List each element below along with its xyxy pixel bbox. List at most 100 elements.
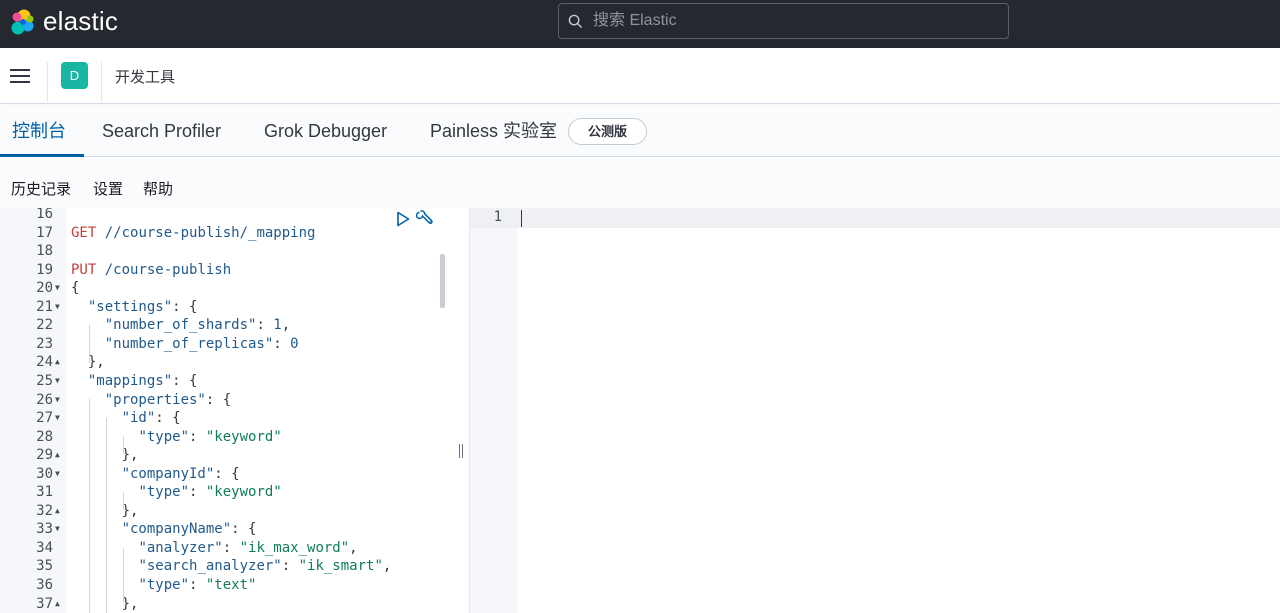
- play-icon[interactable]: [396, 211, 410, 227]
- code-text: },: [71, 447, 139, 464]
- indent-guide: [123, 436, 124, 454]
- code-line[interactable]: 35 "search_analyzer": "ik_smart",: [0, 557, 456, 576]
- line-number: 22: [36, 317, 53, 334]
- code-text: },: [71, 595, 139, 612]
- divider: [101, 62, 102, 102]
- line-number: 35: [36, 558, 53, 575]
- code-line[interactable]: 24 ▲ },: [0, 353, 456, 372]
- devtools-tabs: 控制台 Search Profiler Grok Debugger Painle…: [0, 105, 1280, 157]
- tab-console[interactable]: 控制台: [12, 105, 66, 157]
- indent-guide: [123, 492, 124, 510]
- code-text: "settings": {: [87, 298, 198, 315]
- hamburger-icon: [10, 69, 30, 71]
- fold-caret-up-icon[interactable]: ▲: [55, 502, 60, 521]
- line-number: 37: [36, 595, 53, 612]
- editor-scrollbar[interactable]: [440, 254, 445, 308]
- code-text: GET //course-publish/_mapping: [71, 224, 316, 241]
- code-line[interactable]: 22 "number_of_shards": 1,: [0, 316, 456, 335]
- code-text: "companyName": {: [121, 521, 257, 538]
- code-line[interactable]: 27 ▼ "id": {: [0, 409, 456, 428]
- fold-caret-down-icon[interactable]: ▼: [55, 465, 60, 484]
- code-line[interactable]: 30 ▼ "companyId": {: [0, 465, 456, 484]
- active-line-highlight: [470, 208, 1280, 228]
- code-line[interactable]: 25 ▼ "mappings": {: [0, 372, 456, 391]
- hamburger-icon: [10, 81, 30, 83]
- line-number: 24: [36, 354, 53, 371]
- fold-caret-down-icon[interactable]: ▼: [55, 520, 60, 539]
- line-number: 28: [36, 428, 53, 445]
- line-number: 19: [36, 261, 53, 278]
- tab-grok-debugger[interactable]: Grok Debugger: [264, 105, 387, 157]
- breadcrumb-title[interactable]: 开发工具: [115, 66, 175, 87]
- hamburger-icon: [10, 75, 30, 77]
- pane-resizer[interactable]: [456, 208, 469, 613]
- code-line[interactable]: 23 "number_of_replicas": 0: [0, 335, 456, 354]
- code-line[interactable]: 29 ▲ },: [0, 446, 456, 465]
- code-text: "companyId": {: [121, 465, 240, 482]
- tab-search-profiler[interactable]: Search Profiler: [102, 105, 221, 157]
- help-link[interactable]: 帮助: [143, 178, 173, 199]
- line-number: 30: [36, 465, 53, 482]
- code-line[interactable]: 34 "analyzer": "ik_max_word",: [0, 539, 456, 558]
- indent-guide: [123, 548, 124, 603]
- menu-toggle-button[interactable]: [10, 66, 32, 86]
- indent-guide: [89, 325, 90, 363]
- space-avatar[interactable]: D: [61, 62, 88, 89]
- fold-caret-up-icon[interactable]: ▲: [55, 353, 60, 372]
- fold-caret-down-icon[interactable]: ▼: [55, 409, 60, 428]
- history-link[interactable]: 历史记录: [11, 178, 71, 199]
- code-line[interactable]: 21 ▼ "settings": {: [0, 298, 456, 317]
- indent-guide: [106, 418, 107, 613]
- fold-caret-down-icon[interactable]: ▼: [55, 391, 60, 410]
- code-line[interactable]: 31 "type": "keyword": [0, 483, 456, 502]
- fold-caret-down-icon[interactable]: ▼: [55, 279, 60, 298]
- code-line[interactable]: 37 ▲ },: [0, 595, 456, 613]
- text-cursor: [521, 210, 522, 227]
- tab-painless-lab[interactable]: Painless 实验室: [430, 105, 557, 157]
- wrench-icon[interactable]: [416, 210, 434, 228]
- code-line[interactable]: 18: [0, 242, 456, 261]
- code-line[interactable]: 17 GET //course-publish/_mapping: [0, 224, 456, 243]
- code-line[interactable]: 32 ▲ },: [0, 502, 456, 521]
- code-line[interactable]: 20 ▼ {: [0, 279, 456, 298]
- fold-caret-down-icon[interactable]: ▼: [55, 298, 60, 317]
- code-text: "analyzer": "ik_max_word",: [138, 539, 358, 556]
- code-text: },: [71, 354, 105, 371]
- line-number: 18: [36, 243, 53, 260]
- output-gutter: [470, 208, 518, 613]
- search-input[interactable]: [593, 4, 993, 38]
- code-text: {: [71, 280, 80, 297]
- response-pane[interactable]: 1: [469, 208, 1280, 613]
- beta-badge: 公测版: [568, 118, 647, 145]
- code-line[interactable]: 26 ▼ "properties": {: [0, 391, 456, 410]
- line-number: 36: [36, 577, 53, 593]
- code-text: "type": "keyword": [138, 484, 282, 501]
- output-line-number: 1: [493, 209, 502, 225]
- code-line[interactable]: 36 "type": "text": [0, 576, 456, 595]
- app-bar: D 开发工具: [0, 48, 1280, 104]
- indent-guide: [89, 399, 90, 613]
- line-number: 26: [36, 391, 53, 408]
- line-number: 29: [36, 447, 53, 464]
- code-line[interactable]: 33 ▼ "companyName": {: [0, 520, 456, 539]
- code-text: PUT /course-publish: [71, 261, 232, 278]
- fold-caret-up-icon[interactable]: ▲: [55, 595, 60, 613]
- line-number: 27: [36, 410, 53, 427]
- fold-caret-down-icon[interactable]: ▼: [55, 372, 60, 391]
- code-line[interactable]: 16: [0, 208, 456, 224]
- settings-link[interactable]: 设置: [93, 178, 123, 199]
- code-text: "search_analyzer": "ik_smart",: [138, 558, 392, 575]
- logo-text[interactable]: elastic: [43, 6, 118, 37]
- line-number: 33: [36, 521, 53, 538]
- search-icon: [568, 14, 583, 29]
- console-menu: 历史记录 设置 帮助: [0, 158, 1280, 208]
- global-search[interactable]: [558, 3, 1009, 39]
- fold-caret-up-icon[interactable]: ▲: [55, 446, 60, 465]
- line-number: 21: [36, 298, 53, 315]
- code-line[interactable]: 28 "type": "keyword": [0, 428, 456, 447]
- code-text: "number_of_shards": 1,: [104, 317, 291, 334]
- code-line[interactable]: 19 PUT /course-publish: [0, 261, 456, 280]
- elastic-logo-icon[interactable]: [8, 8, 36, 36]
- code-text: "id": {: [121, 410, 181, 427]
- request-editor[interactable]: 16 17 GET //course-publish/_mapping 18 19 PUT…: [0, 208, 456, 613]
